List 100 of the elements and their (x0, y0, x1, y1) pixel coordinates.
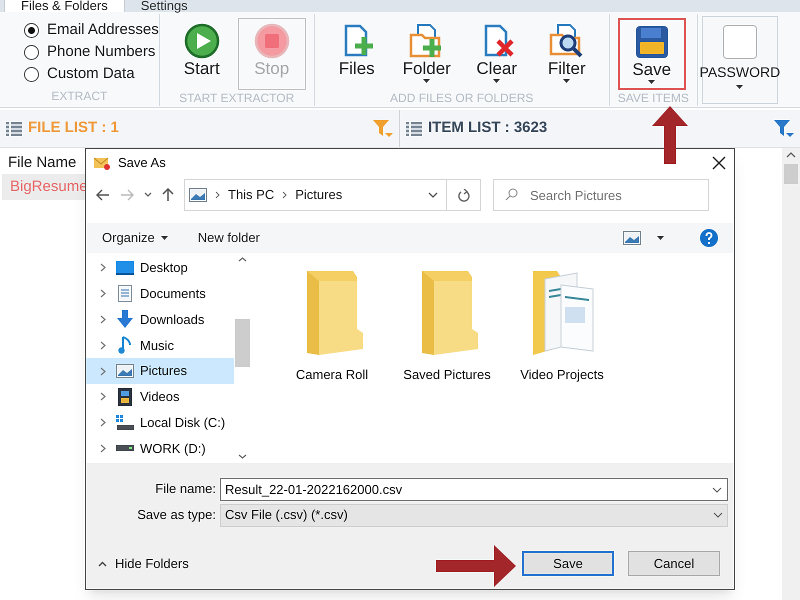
picture-icon (189, 188, 207, 202)
file-type-select[interactable]: Csv File (.csv) (*.csv) (220, 504, 728, 526)
expand-chevron-icon[interactable] (100, 366, 106, 376)
search-field[interactable]: Search Pictures (493, 179, 709, 211)
scroll-up-icon[interactable] (238, 257, 247, 262)
folder-item[interactable]: Video Projects (507, 267, 617, 384)
radio-label: Phone Numbers (47, 42, 156, 62)
breadcrumb-chevron-icon (215, 191, 220, 199)
tree-label: Local Disk (C:) (140, 414, 226, 432)
caret-icon (423, 79, 430, 83)
radio-button[interactable] (24, 44, 39, 60)
app-tab[interactable]: Settings (124, 0, 204, 12)
folder-tree-item[interactable]: Documents (86, 280, 234, 307)
radio-label: Email Addresses (47, 20, 159, 40)
ribbon-button[interactable]: Clear (462, 18, 531, 90)
file-name-field[interactable]: Result_22-01-2022162000.csv (220, 478, 728, 500)
window-title: Save As (118, 154, 167, 172)
breadcrumb[interactable]: Pictures (295, 185, 342, 205)
tree-label: Downloads (140, 310, 204, 329)
caret-icon (736, 85, 744, 89)
password-button[interactable]: PASSWORD (702, 16, 778, 104)
close-icon[interactable] (712, 156, 726, 170)
folder-tree-item[interactable]: Desktop (86, 255, 234, 281)
refresh-icon[interactable] (458, 188, 470, 202)
expand-chevron-icon[interactable] (100, 444, 106, 453)
picture-icon (116, 364, 134, 378)
expand-chevron-icon[interactable] (100, 340, 106, 350)
scrollbar[interactable] (782, 148, 800, 600)
address-bar[interactable]: This PC Pictures (184, 179, 481, 211)
up-arrow-icon[interactable] (162, 188, 174, 202)
tree-label: Videos (140, 388, 180, 406)
back-arrow-icon[interactable] (96, 189, 110, 201)
field-label: File name: (154, 480, 217, 498)
folder-tree-item[interactable]: Videos (86, 384, 234, 410)
breadcrumb[interactable]: This PC (228, 185, 274, 205)
group-label: ADD FILES OR FOLDERS (389, 90, 534, 107)
column-header: File Name (7, 153, 78, 173)
hide-folders-button[interactable]: Hide Folders (98, 554, 189, 574)
group-label: SAVE ITEMS (616, 90, 690, 107)
radio-button[interactable] (24, 66, 39, 82)
group-label: START EXTRACTOR (178, 90, 296, 107)
scroll-thumb[interactable] (784, 164, 798, 184)
tree-label: Pictures (140, 362, 187, 380)
breadcrumb-chevron-icon (282, 191, 288, 199)
caret-icon (493, 79, 500, 83)
ribbon-button[interactable]: Filter (532, 18, 601, 90)
tree-label: Documents (140, 284, 206, 303)
filter-icon[interactable] (774, 120, 794, 138)
folder-tree-item[interactable]: Local Disk (C:) (86, 410, 234, 436)
hard-drive-icon (116, 444, 134, 452)
film-icon (118, 388, 132, 406)
expand-chevron-icon[interactable] (100, 392, 106, 402)
chevron-down-icon[interactable] (144, 192, 152, 198)
picture-icon (623, 231, 641, 245)
folder-tree-item[interactable]: Music (86, 332, 234, 358)
new-folder-button[interactable]: New folder (198, 228, 617, 248)
list-title: ITEM LIST : 3623 (428, 118, 548, 138)
search-icon (505, 188, 518, 201)
expand-chevron-icon[interactable] (100, 314, 106, 324)
folder-tree-item[interactable]: WORK (D:) (86, 436, 234, 462)
radio-button[interactable] (24, 22, 39, 38)
annotation-arrow (652, 106, 688, 164)
field-label: Save as type: (136, 506, 217, 524)
play-icon (184, 23, 220, 59)
tree-label: WORK (D:) (140, 440, 206, 458)
ribbon-button[interactable]: Start (168, 18, 236, 90)
list-icon (406, 122, 422, 136)
caret-icon (160, 236, 168, 240)
caret-icon (657, 236, 664, 240)
music-note-icon (118, 336, 132, 354)
chevron-down-icon[interactable] (712, 486, 722, 492)
ribbon-button[interactable]: Folder (392, 18, 461, 90)
stop-icon (254, 23, 290, 59)
expand-chevron-icon[interactable] (100, 418, 106, 428)
ribbon-button[interactable]: Save (618, 18, 686, 90)
scroll-thumb[interactable] (235, 319, 250, 367)
chevron-down-icon[interactable] (713, 512, 723, 518)
group-label: EXTRACT (50, 88, 108, 105)
caret-icon (648, 80, 656, 84)
chevron-up-icon (98, 560, 107, 566)
folder-tree-item[interactable]: Pictures (86, 358, 234, 384)
scroll-down-icon[interactable] (238, 454, 247, 459)
dialog-button[interactable]: Cancel (628, 551, 720, 576)
folder-item[interactable]: Camera Roll (277, 267, 387, 384)
expand-chevron-icon[interactable] (100, 263, 106, 272)
download-arrow-icon (116, 310, 134, 328)
organize-menu[interactable]: Organize (102, 228, 168, 248)
folder-item[interactable]: Saved Pictures (392, 267, 502, 384)
folder-tree-item[interactable]: Downloads (86, 306, 234, 332)
app-tab[interactable]: Files & Folders (4, 0, 125, 12)
chevron-down-icon[interactable] (428, 192, 438, 198)
ribbon-button[interactable]: Files (322, 18, 391, 90)
help-icon[interactable] (700, 229, 718, 247)
dialog-button[interactable]: Save (522, 551, 614, 576)
scroll-up-icon[interactable] (786, 152, 796, 158)
list-title: FILE LIST : 1 (28, 118, 120, 138)
radio-label: Custom Data (47, 64, 135, 84)
tree-label: Desktop (140, 259, 188, 278)
expand-chevron-icon[interactable] (100, 289, 106, 298)
password-icon (722, 25, 757, 59)
